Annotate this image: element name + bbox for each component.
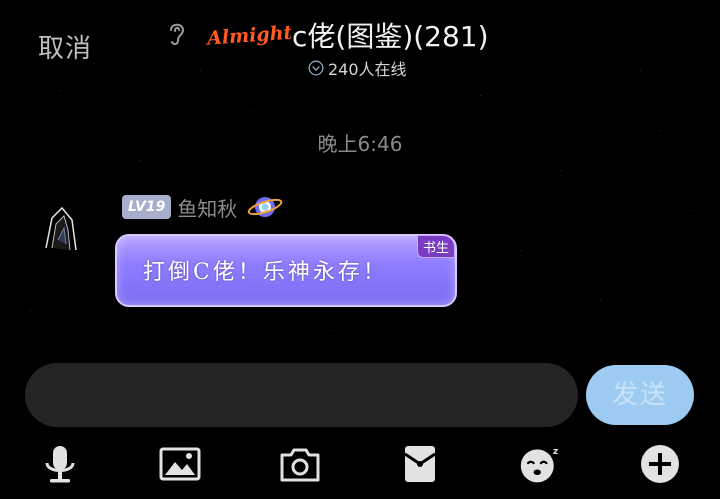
level-badge: LV19 xyxy=(122,195,172,219)
sender-name[interactable]: 鱼知秋 xyxy=(177,193,237,222)
send-button[interactable]: 发送 xyxy=(586,365,694,425)
logo-text: Almighty xyxy=(205,21,291,50)
plus-icon[interactable] xyxy=(638,442,682,486)
message-timestamp: 晚上6:46 xyxy=(317,132,403,156)
ear-icon[interactable] xyxy=(166,20,188,48)
message-text: 打倒C佬！乐神永存！ xyxy=(143,260,388,285)
bubble-tag: 书生 xyxy=(416,235,455,258)
red-packet-icon[interactable] xyxy=(398,442,442,486)
message-bubble[interactable]: 打倒C佬！乐神永存！ 书生 xyxy=(115,234,457,307)
group-title: c佬(图鉴)(281) xyxy=(292,20,489,53)
emoji-icon[interactable]: z xyxy=(518,442,562,486)
camera-icon[interactable] xyxy=(278,442,322,486)
image-icon[interactable] xyxy=(158,442,202,486)
svg-text:z: z xyxy=(553,446,558,457)
cancel-button[interactable]: 取消 xyxy=(38,28,92,65)
planet-icon xyxy=(248,197,283,217)
group-logo: Almighty xyxy=(205,21,291,50)
microphone-icon[interactable] xyxy=(38,442,82,486)
online-count[interactable]: 240人在线 xyxy=(308,56,407,80)
message-input[interactable] xyxy=(25,363,578,427)
online-text: 240人在线 xyxy=(328,60,407,79)
avatar[interactable] xyxy=(38,200,84,254)
chevron-down-circle-icon xyxy=(308,60,324,76)
sender-row: LV19 鱼知秋 xyxy=(122,193,283,221)
